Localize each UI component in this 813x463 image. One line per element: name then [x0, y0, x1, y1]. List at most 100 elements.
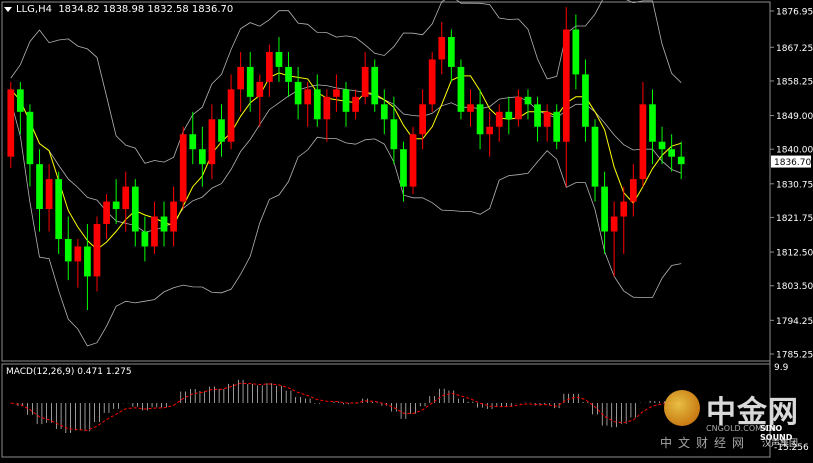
candle-body	[620, 201, 628, 217]
candle-body	[572, 29, 580, 75]
candle-body	[629, 179, 637, 202]
candle-body	[45, 179, 53, 210]
candle-body	[505, 111, 513, 120]
candle-body	[64, 238, 72, 262]
candle-body	[237, 66, 244, 90]
macd-scale-top: 9.9	[774, 363, 789, 373]
candle-body	[256, 81, 264, 97]
price-tick-label: 1849.00	[776, 112, 813, 122]
candle-body	[380, 104, 388, 120]
candle-body	[562, 29, 570, 142]
candle-body	[313, 89, 321, 120]
price-tick-label: 1794.25	[776, 317, 813, 327]
ohlc-values: 1834.82 1838.98 1832.58 1836.70	[58, 4, 234, 15]
candle-body	[227, 89, 235, 142]
candle-body	[553, 111, 561, 142]
macd-label: MACD(12,26,9) 0.471 1.275	[6, 367, 132, 377]
candle-body	[26, 111, 34, 165]
candle-body	[285, 66, 292, 82]
candle-body	[218, 119, 225, 142]
chart-window[interactable]: 1876.95 1867.25 1858.25 1849.00 1840.00 1830.…	[0, 0, 813, 459]
triangle-down-icon[interactable]	[4, 6, 12, 12]
candle-body	[333, 89, 340, 97]
candle-body	[122, 186, 130, 210]
candle-body	[323, 96, 331, 120]
candle-body	[170, 201, 177, 232]
candle-body	[668, 149, 675, 157]
price-tick-label: 1803.50	[776, 282, 813, 292]
candle-body	[361, 66, 369, 97]
candle-body	[457, 66, 465, 112]
candle-body	[266, 51, 273, 82]
candle-body	[131, 186, 139, 232]
candle-body	[409, 134, 417, 187]
candle-body	[141, 231, 149, 247]
candle-body	[467, 104, 474, 112]
price-tick-label: 1821.75	[776, 214, 813, 224]
brand-logo-icon	[664, 390, 700, 426]
candle-body	[208, 119, 216, 165]
price-tick-label: 1840.00	[776, 146, 813, 156]
candle-body	[179, 134, 187, 202]
candle-body	[610, 216, 618, 232]
candle-body	[74, 246, 82, 262]
price-axis: 1876.95 1867.25 1858.25 1849.00 1840.00 1830.…	[770, 8, 813, 361]
partner-logo-cn: 汉声集团	[762, 439, 799, 449]
candle-body	[658, 141, 666, 150]
candle-body	[198, 149, 206, 165]
candle-body	[495, 111, 503, 127]
candle-body	[112, 201, 120, 210]
lower-band-line	[10, 100, 682, 347]
macd-panel-frame	[1, 363, 771, 458]
candle-body	[524, 96, 532, 105]
candle-body	[246, 66, 254, 97]
candle-body	[601, 186, 608, 232]
candle-body	[151, 216, 158, 247]
price-tick-label: 1876.95	[776, 8, 813, 18]
price-chart[interactable]: 1876.95 1867.25 1858.25 1849.00 1840.00 1830.…	[0, 0, 813, 459]
price-tick-label: 1830.75	[776, 180, 813, 190]
candle-body	[55, 179, 63, 239]
candle-body	[677, 156, 685, 165]
candlesticks	[7, 7, 685, 311]
candle-body	[189, 134, 197, 150]
main-chart-frame	[1, 1, 771, 362]
candle-body	[342, 89, 350, 112]
candle-body	[84, 246, 91, 277]
price-tick-label: 1867.25	[776, 44, 813, 54]
candle-body	[543, 111, 551, 127]
candle-body	[371, 66, 379, 105]
candle-body	[275, 51, 283, 67]
candle-body	[515, 96, 522, 120]
price-tick-label: 1858.25	[776, 77, 813, 87]
candle-body	[428, 59, 436, 105]
symbol-label: LLG,H4	[16, 4, 52, 15]
price-tick-label: 1812.50	[776, 249, 813, 259]
candle-body	[294, 81, 302, 105]
candle-body	[390, 119, 398, 150]
price-tick-label: 1785.25	[776, 351, 813, 361]
candle-body	[160, 216, 168, 232]
bollinger-bands	[10, 0, 682, 347]
candle-body	[7, 89, 15, 157]
upper-band-line	[10, 0, 682, 164]
candle-body	[486, 126, 494, 135]
candle-body	[419, 104, 426, 135]
candle-body	[534, 104, 541, 127]
macd-histogram	[10, 379, 684, 433]
candle-body	[103, 201, 110, 225]
current-price-label: 1836.70	[774, 158, 811, 168]
candle-body	[17, 89, 24, 112]
candle-body	[649, 104, 656, 142]
candle-body	[438, 36, 446, 60]
candle-body	[36, 164, 43, 210]
watermark-sub: 中文财经网	[660, 436, 751, 450]
candle-body	[639, 104, 647, 180]
chart-header: LLG,H4 1834.82 1838.98 1832.58 1836.70	[4, 4, 233, 15]
candle-body	[400, 149, 407, 187]
candle-body	[304, 89, 312, 105]
candle-body	[582, 74, 589, 127]
candle-body	[352, 96, 359, 112]
candle-body	[93, 224, 101, 277]
candle-body	[448, 36, 455, 67]
